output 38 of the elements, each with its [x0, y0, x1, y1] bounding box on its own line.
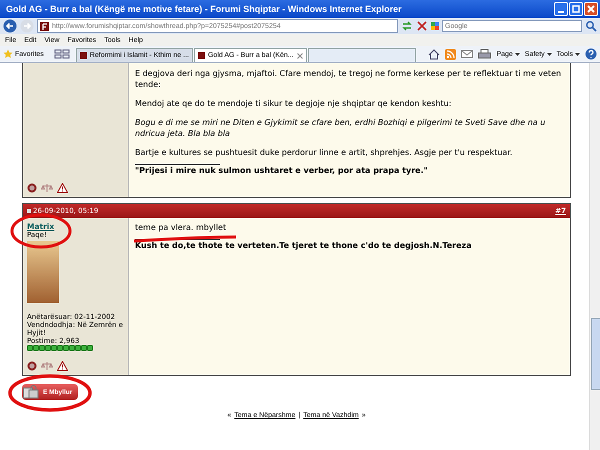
signature-text: Kush te do,te thote te verteten.Te tjeret te thone c'do te degjosh.N.Tereza	[135, 241, 473, 250]
refresh-icon[interactable]	[401, 20, 413, 32]
feed-icon[interactable]	[445, 48, 456, 60]
help-icon[interactable]	[585, 48, 597, 60]
quick-tabs-icon[interactable]	[54, 49, 72, 59]
search-icon[interactable]	[585, 20, 597, 32]
caret-icon	[575, 52, 580, 56]
lock-icon	[23, 385, 41, 399]
post-paragraph: Bartje e kultures se pushtuesit duke perdorur linne e artit, shprehjes. Asgje per t'u respektuar.	[135, 147, 514, 158]
mail-icon[interactable]	[461, 49, 474, 59]
post-paragraph: Mendoj ate qe do te mendoje ti sikur te degjoje nje shqiptar qe kendon keshtu:	[135, 98, 452, 109]
print-icon[interactable]	[478, 48, 492, 60]
home-icon[interactable]	[428, 48, 440, 60]
post-paragraph: E degjova deri nga gjysma, mjaftoi. Cfare mendoj, te tregoj ne forme kerkese per te reflektuar ti me veten tende:	[135, 68, 562, 90]
window-title: Gold AG - Burr a bal (Këngë me motive fetare) - Forumi Shqiptar - Windows Internet Explorer	[6, 4, 402, 14]
annotation-circle	[10, 214, 72, 248]
caret-icon	[546, 52, 552, 56]
search-provider-icon	[431, 22, 439, 30]
signature-text: "Prijesi i mire nuk sulmon ushtaret e verber, por ata prapa tyre."	[135, 166, 429, 175]
back-icon[interactable]	[3, 19, 17, 33]
post-paragraph: teme pa vlera. mbyllet	[135, 222, 228, 233]
caret-icon	[514, 52, 520, 56]
reputation-scale-icon	[41, 361, 53, 371]
close-button[interactable]	[584, 2, 598, 16]
scrollbar[interactable]	[589, 63, 600, 450]
site-icon	[40, 22, 49, 30]
post-paragraph: Bogu e di me se miri ne Diten e Gjykimit se cfare ben, erdhi Bozhiqi e pilgerimi te Sveti Save dhe na u ndricua jeta. Bla bla bla	[135, 117, 546, 139]
minimize-button[interactable]	[554, 2, 568, 16]
maximize-button[interactable]	[569, 2, 583, 16]
offline-status-icon	[27, 183, 37, 193]
avatar-placeholder	[27, 241, 59, 303]
stop-icon[interactable]	[416, 20, 428, 32]
close-tab-icon[interactable]	[296, 52, 303, 58]
star-icon	[3, 49, 13, 59]
reputation-scale-icon	[41, 183, 53, 193]
warning-icon[interactable]	[57, 183, 68, 193]
offline-status-icon	[27, 361, 37, 371]
warning-icon[interactable]	[57, 361, 68, 371]
